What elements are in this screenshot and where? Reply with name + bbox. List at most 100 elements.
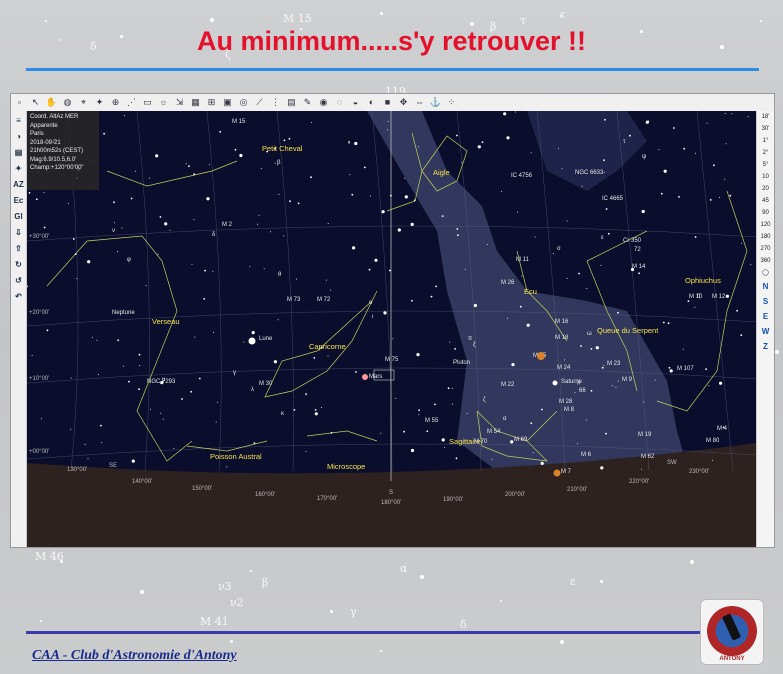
star xyxy=(641,209,645,214)
zoom-level-12[interactable]: 360 xyxy=(757,255,774,267)
zoom-level-11[interactable]: 270 xyxy=(757,243,774,255)
star xyxy=(193,173,196,175)
star xyxy=(517,211,518,213)
zoom-level-6[interactable]: 20 xyxy=(757,183,774,195)
azimuth-label: 150°00' xyxy=(192,486,212,492)
orange-target-icon[interactable]: ◌ xyxy=(333,96,346,109)
left-tool-icon[interactable]: ↶ xyxy=(12,290,25,303)
new-icon[interactable]: ▫ xyxy=(13,96,26,109)
hand-icon[interactable]: ✋ xyxy=(45,96,58,109)
zoom-level-9[interactable]: 120 xyxy=(757,219,774,231)
footer-link[interactable]: CAA - Club d'Astronomie d'Antony xyxy=(32,648,237,664)
dots-icon[interactable]: ⁘ xyxy=(445,96,458,109)
background-star xyxy=(330,610,333,613)
info-panel: Coord. AltAz MER Apparente Paris 2018-09-21… xyxy=(27,111,99,190)
star xyxy=(128,380,130,383)
move-icon[interactable]: ⇔ xyxy=(413,96,426,109)
left-tool-icon[interactable]: ▤ xyxy=(12,146,25,159)
nav-n-button[interactable]: N xyxy=(757,279,774,294)
star xyxy=(204,269,207,272)
nav-e-button[interactable]: E xyxy=(757,309,774,324)
zoom-level-4[interactable]: 5° xyxy=(757,159,774,171)
left-tool-icon[interactable]: ⇩ xyxy=(12,226,25,239)
window-icon[interactable]: ▣ xyxy=(221,96,234,109)
star-icon[interactable]: ✦ xyxy=(93,96,106,109)
star xyxy=(351,193,354,196)
left-tool-az[interactable]: AZ xyxy=(12,178,25,191)
measure-icon[interactable]: ⊞ xyxy=(205,96,218,109)
zoom-level-3[interactable]: 2° xyxy=(757,147,774,159)
star xyxy=(289,200,291,203)
zoom-icon[interactable]: ⊕ xyxy=(109,96,122,109)
star xyxy=(404,177,406,179)
recenter-icon[interactable]: ◯ xyxy=(757,267,774,279)
nav-w-button[interactable]: W xyxy=(757,324,774,339)
star xyxy=(188,165,190,167)
compass-icon[interactable]: ◎ xyxy=(237,96,250,109)
scale-icon[interactable]: ⋰ xyxy=(125,96,138,109)
sky-chart-svg[interactable]: Petit Cheval Aigle Verseau Capricorne Ecu Que… xyxy=(27,111,757,547)
zoom-level-1[interactable]: 30' xyxy=(757,123,774,135)
star xyxy=(741,242,743,244)
left-tool-icon[interactable]: ↻ xyxy=(12,258,25,271)
star xyxy=(368,268,371,271)
pan-icon[interactable]: ⇲ xyxy=(173,96,186,109)
square-icon[interactable]: ■ xyxy=(381,96,394,109)
info-line: Champ:+120°00'00" xyxy=(30,165,84,171)
star xyxy=(731,113,733,115)
left-tool-ec[interactable]: Ec xyxy=(12,194,25,207)
object-label: M 24 xyxy=(557,365,571,371)
left-tool-icon[interactable]: ≡ xyxy=(12,114,25,127)
zoom-level-10[interactable]: 180 xyxy=(757,231,774,243)
zoom-level-8[interactable]: 90 xyxy=(757,207,774,219)
nav-z-button[interactable]: Z xyxy=(757,339,774,354)
star xyxy=(503,112,507,116)
sky-icon[interactable]: ◒ xyxy=(349,96,362,109)
left-tool-icon[interactable]: ⇧ xyxy=(12,242,25,255)
filter-icon[interactable]: ⋮ xyxy=(269,96,282,109)
bulb-icon[interactable]: ☼ xyxy=(157,96,170,109)
anchor-icon[interactable]: ⚓ xyxy=(429,96,442,109)
star xyxy=(486,243,488,245)
star xyxy=(349,174,351,176)
object-label: M 107 xyxy=(677,366,694,372)
star xyxy=(370,195,372,197)
pencil-icon[interactable]: ✎ xyxy=(301,96,314,109)
star xyxy=(564,359,566,361)
left-tool-icon[interactable]: ◑ xyxy=(12,130,25,143)
nav-s-button[interactable]: S xyxy=(757,294,774,309)
ruler-icon[interactable]: ▭ xyxy=(141,96,154,109)
red-target-icon[interactable]: ◉ xyxy=(317,96,330,109)
star xyxy=(654,379,656,381)
zoom-level-7[interactable]: 45 xyxy=(757,195,774,207)
left-tool-icon[interactable]: ✦ xyxy=(12,162,25,175)
grid-icon[interactable]: ▦ xyxy=(189,96,202,109)
constellation-label: Ecu xyxy=(524,287,537,296)
star xyxy=(278,193,280,195)
chart-icon[interactable]: ▤ xyxy=(285,96,298,109)
star xyxy=(155,154,159,158)
mouse-icon[interactable]: ◍ xyxy=(61,96,74,109)
object-label: M 8 xyxy=(564,407,575,413)
zoom-level-2[interactable]: 1° xyxy=(757,135,774,147)
star xyxy=(84,443,86,445)
zoom-level-5[interactable]: 10 xyxy=(757,171,774,183)
cursor-icon[interactable]: ↖ xyxy=(29,96,42,109)
star xyxy=(313,357,316,359)
star xyxy=(417,146,419,148)
left-tool-gl[interactable]: Gl xyxy=(12,210,25,223)
sky-map[interactable]: Petit Cheval Aigle Verseau Capricorne Ecu Que… xyxy=(27,111,757,547)
target-icon[interactable]: ⌖ xyxy=(77,96,90,109)
star xyxy=(506,317,508,319)
star xyxy=(277,319,279,321)
arrows-icon[interactable]: ✥ xyxy=(397,96,410,109)
star xyxy=(566,220,568,222)
right-toolbar: 18' 30' 1° 2° 5° 10 20 45 90 120 180 270 360 ◯ N S E W Z xyxy=(756,111,774,547)
background-star xyxy=(140,590,144,594)
greek-label: ξ xyxy=(473,342,476,348)
zoom-level-0[interactable]: 18' xyxy=(757,111,774,123)
telescope-icon[interactable]: ⟋ xyxy=(253,96,266,109)
half-icon[interactable]: ◐ xyxy=(365,96,378,109)
star xyxy=(31,354,33,356)
left-tool-icon[interactable]: ↺ xyxy=(12,274,25,287)
